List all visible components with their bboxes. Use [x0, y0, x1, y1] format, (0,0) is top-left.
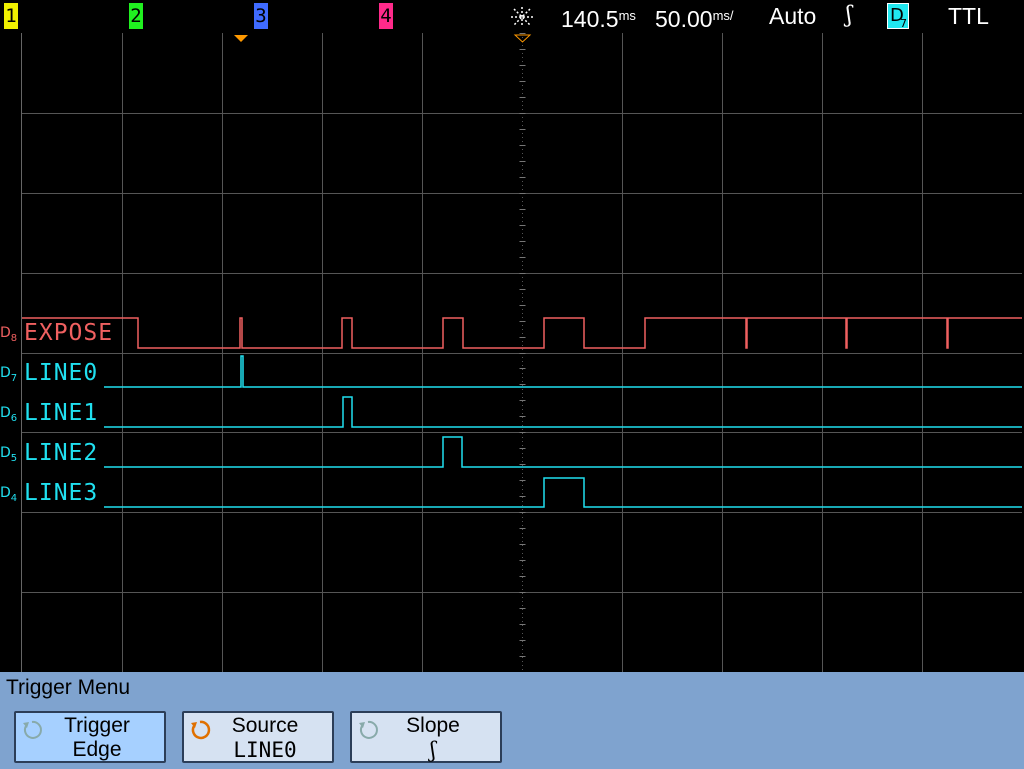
timebase[interactable]: 50.00ms/: [655, 2, 734, 32]
channel-3-indicator[interactable]: 3: [254, 3, 268, 29]
trigger-position-marker[interactable]: [234, 35, 248, 42]
channel-label-line1[interactable]: LINE1: [24, 400, 98, 426]
status-bar: 1 2 3 4 140.5ms 50.00ms/ Auto ʃ D7 TTL: [0, 0, 1024, 33]
channel-1-indicator[interactable]: 1: [4, 3, 18, 29]
line3-waveform: [104, 477, 1022, 508]
trigger-source-softkey[interactable]: Source LINE0: [182, 711, 334, 763]
line0-waveform: [104, 355, 1022, 388]
channel-label-line3[interactable]: LINE3: [24, 480, 98, 506]
softkey-menu: Trigger Menu Trigger Edge Source LINE0 S…: [0, 672, 1024, 769]
channel-id-d7: D7: [0, 365, 18, 384]
trigger-source-badge[interactable]: D7: [887, 3, 909, 30]
horizontal-delay[interactable]: 140.5ms: [561, 2, 636, 32]
graticule: [21, 33, 1022, 672]
trigger-level: TTL: [948, 3, 989, 29]
channel-label-line0[interactable]: LINE0: [24, 360, 98, 386]
channel-label-line2[interactable]: LINE2: [24, 440, 98, 466]
channel-id-d5: D5: [0, 445, 18, 464]
trigger-slope-indicator: ʃ: [846, 3, 852, 28]
trigger-mode[interactable]: Auto: [769, 2, 816, 30]
channel-label-expose[interactable]: EXPOSE: [24, 320, 113, 346]
channel-4-indicator[interactable]: 4: [379, 3, 393, 29]
line2-waveform: [104, 436, 1022, 468]
channel-id-d6: D6: [0, 405, 18, 424]
run-status-icon: [511, 7, 533, 27]
channel-2-indicator[interactable]: 2: [129, 3, 143, 29]
waveform-display[interactable]: D8 EXPOSE D7 LINE0 D6 LINE1 D5 LINE2 D4 …: [0, 33, 1024, 672]
menu-title: Trigger Menu: [6, 676, 131, 699]
trigger-slope-softkey[interactable]: Slope ʃ: [350, 711, 502, 763]
line1-waveform: [104, 396, 1022, 428]
trigger-type-softkey[interactable]: Trigger Edge: [14, 711, 166, 763]
channel-id-d8: D8: [0, 325, 18, 344]
horizontal-reference-marker: [513, 34, 532, 43]
channel-id-d4: D4: [0, 485, 18, 504]
